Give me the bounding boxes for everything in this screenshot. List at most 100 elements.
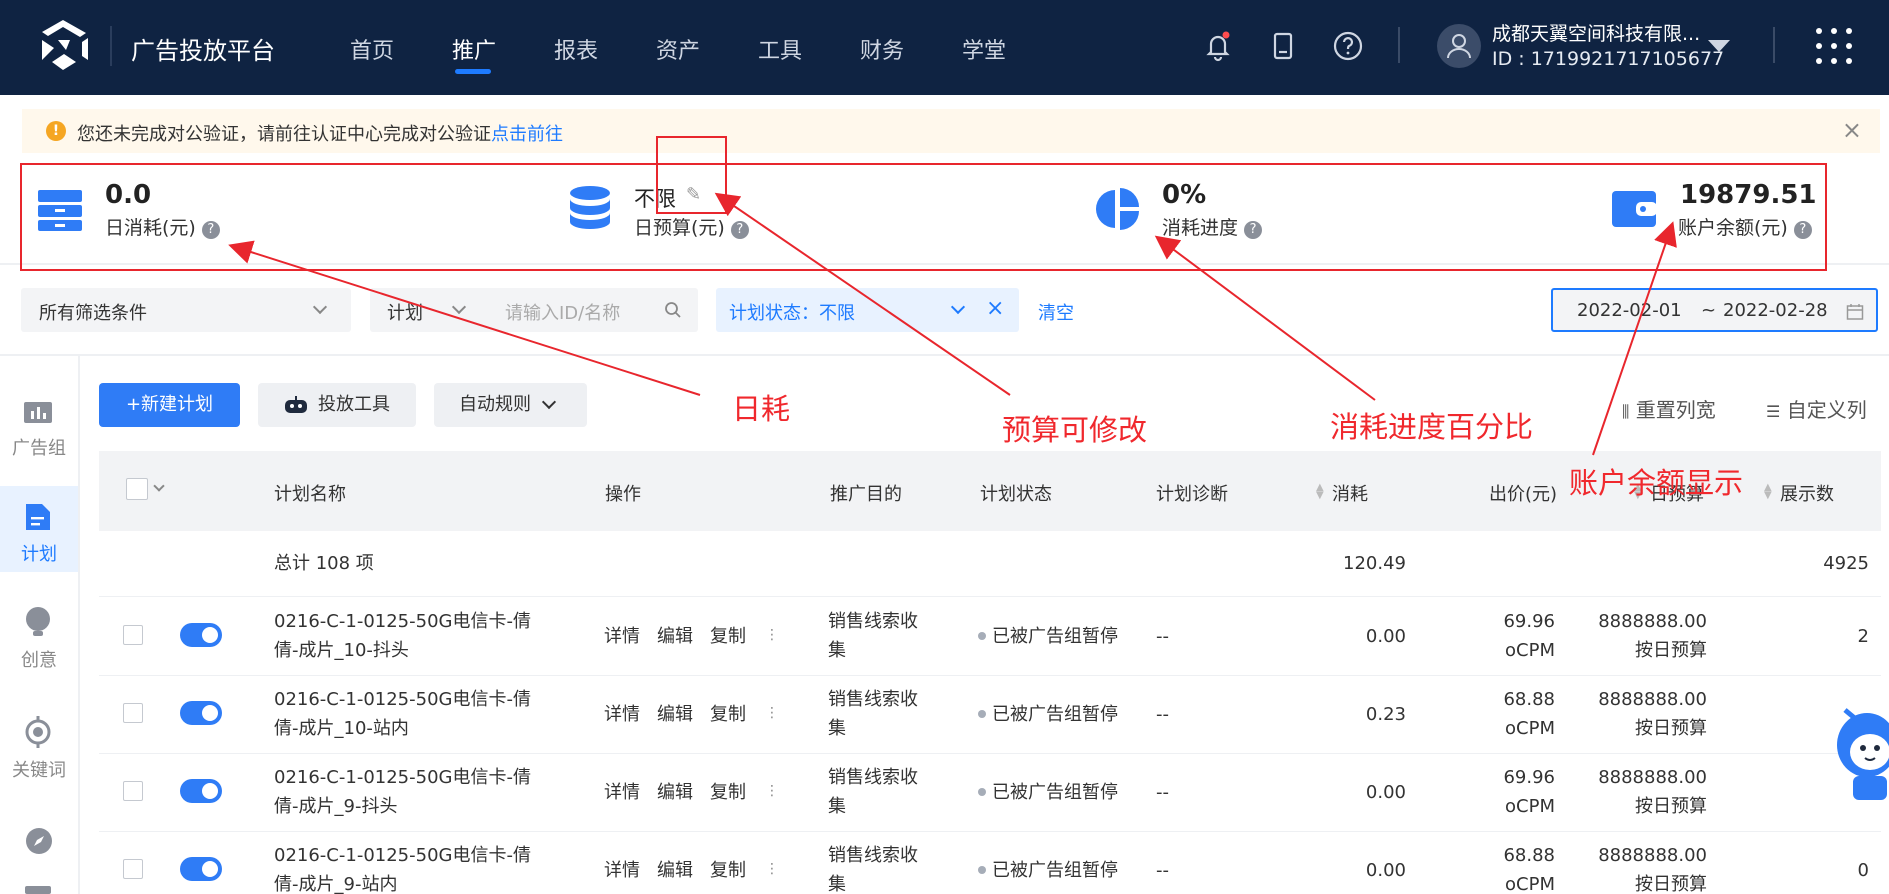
copy-link[interactable]: 复制 [710, 778, 746, 807]
plan-diagnosis: -- [1156, 782, 1169, 803]
customer-service-mascot-icon[interactable] [1825, 690, 1889, 805]
plan-diagnosis: -- [1156, 860, 1169, 881]
auto-rule-label: 自动规则 [459, 394, 531, 415]
status-dot [978, 788, 986, 796]
plan-toggle-switch[interactable] [180, 701, 222, 725]
status-dot [978, 632, 986, 640]
sidebar-item-keyword[interactable]: 关键词 [0, 706, 78, 790]
apps-grid-icon[interactable] [1816, 28, 1852, 64]
plan-diagnosis: -- [1156, 704, 1169, 725]
plan-impressions: 0 [1857, 860, 1869, 881]
copy-link[interactable]: 复制 [710, 856, 746, 885]
more-actions-icon[interactable]: ⋮ [765, 855, 779, 884]
bell-icon[interactable] [1202, 30, 1234, 62]
scope-select[interactable]: 计划 [387, 299, 423, 325]
nav-tools[interactable]: 工具 [758, 33, 802, 65]
date-end[interactable]: 2022-02-28 [1723, 300, 1828, 321]
avatar[interactable] [1437, 24, 1481, 68]
chevron-down-icon [950, 299, 966, 315]
close-icon[interactable]: × [986, 296, 1004, 321]
copy-link[interactable]: 复制 [710, 622, 746, 651]
clear-filters-link[interactable]: 清空 [1038, 299, 1074, 325]
plan-name[interactable]: 0216-C-1-0125-50G电信卡-倩 倩-成片_9-站内 [274, 841, 531, 894]
column-header-goal: 推广目的 [830, 484, 902, 505]
plan-cost: 0.23 [1365, 704, 1406, 725]
edit-link[interactable]: 编辑 [657, 856, 693, 885]
sidebar-item-label: 计划 [21, 544, 57, 565]
chevron-down-icon [451, 299, 467, 315]
custom-columns-button[interactable]: ☰ 自定义列 [1766, 394, 1867, 423]
column-header-impressions[interactable]: ▲ ▼ 展示数 [1764, 480, 1834, 506]
chevron-down-icon[interactable] [153, 480, 165, 492]
detail-link[interactable]: 详情 [604, 778, 640, 807]
date-start[interactable]: 2022-02-01 [1577, 300, 1682, 321]
edit-link[interactable]: 编辑 [657, 778, 693, 807]
launch-tool-button[interactable]: 投放工具 [258, 383, 416, 427]
stats-highlight-box [20, 163, 1827, 271]
column-header-actions: 操作 [605, 484, 641, 505]
help-icon[interactable] [1332, 30, 1364, 62]
sidebar-item-adgroup[interactable]: 广告组 [0, 384, 78, 468]
row-checkbox[interactable] [123, 625, 143, 645]
sidebar-item-plan[interactable]: 计划 [0, 486, 78, 572]
select-all-checkbox[interactable] [126, 478, 148, 500]
more-actions-icon[interactable]: ⋮ [765, 621, 779, 650]
launch-tool-label: 投放工具 [318, 394, 390, 415]
plan-search-box[interactable]: 计划 请输入ID/名称 [370, 288, 698, 332]
list-icon: ☰ [1766, 402, 1781, 421]
notice-link[interactable]: 点击前往 [491, 124, 563, 145]
nav-assets[interactable]: 资产 [656, 33, 700, 65]
plan-name[interactable]: 0216-C-1-0125-50G电信卡-倩 倩-成片_9-抖头 [274, 763, 531, 821]
row-checkbox[interactable] [123, 781, 143, 801]
top-navbar: 广告投放平台 首页 推广 报表 资产 工具 财务 学堂 成都天翼空间科技有限..… [0, 0, 1889, 95]
tablet-icon[interactable] [1267, 30, 1299, 62]
detail-link[interactable]: 详情 [604, 622, 640, 651]
plan-name[interactable]: 0216-C-1-0125-50G电信卡-倩 倩-成片_10-抖头 [274, 607, 531, 665]
compass-icon[interactable] [24, 826, 54, 856]
more-icon[interactable] [25, 886, 51, 894]
company-name[interactable]: 成都天翼空间科技有限... [1492, 19, 1700, 46]
plan-toggle-switch[interactable] [180, 623, 222, 647]
annotation-progress-percent: 消耗进度百分比 [1330, 410, 1534, 444]
edit-link[interactable]: 编辑 [657, 622, 693, 651]
nav-promotion[interactable]: 推广 [452, 33, 496, 65]
plan-status-filter[interactable]: 计划状态：不限 × [716, 288, 1019, 332]
document-icon [26, 504, 50, 530]
plan-toggle-switch[interactable] [180, 779, 222, 803]
copy-link[interactable]: 复制 [710, 700, 746, 729]
all-conditions-label: 所有筛选条件 [39, 303, 147, 324]
plan-toggle-switch[interactable] [180, 857, 222, 881]
annotation-daily-cost: 日耗 [732, 392, 791, 426]
nav-home[interactable]: 首页 [350, 33, 394, 65]
nav-reports[interactable]: 报表 [554, 33, 598, 65]
account-dropdown-icon[interactable] [1708, 40, 1730, 52]
detail-link[interactable]: 详情 [604, 700, 640, 729]
detail-link[interactable]: 详情 [604, 856, 640, 885]
plan-name[interactable]: 0216-C-1-0125-50G电信卡-倩 倩-成片_10-站内 [274, 685, 531, 743]
new-plan-button[interactable]: +新建计划 [99, 383, 240, 427]
column-header-cost[interactable]: ▲ ▼ 消耗 [1316, 480, 1368, 506]
platform-logo-icon[interactable] [36, 18, 90, 72]
more-actions-icon[interactable]: ⋮ [765, 699, 779, 728]
all-conditions-select[interactable]: 所有筛选条件 [21, 288, 351, 332]
row-checkbox[interactable] [123, 703, 143, 723]
date-range-picker[interactable]: 2022-02-01 ~ 2022-02-28 [1551, 288, 1878, 332]
close-icon[interactable]: × [1842, 116, 1862, 144]
more-actions-icon[interactable]: ⋮ [765, 777, 779, 806]
plan-budget: 8888888.00 按日预算 [1598, 689, 1707, 739]
search-icon[interactable] [664, 301, 682, 319]
search-input[interactable]: 请输入ID/名称 [505, 299, 620, 325]
promotion-goal: 销售线索收集 [828, 845, 918, 894]
nav-academy[interactable]: 学堂 [962, 33, 1006, 65]
sidebar-item-creative[interactable]: 创意 [0, 594, 78, 678]
nav-finance[interactable]: 财务 [860, 33, 904, 65]
row-checkbox[interactable] [123, 859, 143, 879]
edit-link[interactable]: 编辑 [657, 700, 693, 729]
total-count: 总计 108 项 [274, 553, 374, 574]
total-impressions: 4925 [1823, 553, 1869, 574]
account-id: ID : 1719921717105677 [1492, 48, 1725, 70]
auto-rule-button[interactable]: 自动规则 [434, 383, 587, 427]
column-header-name: 计划名称 [274, 484, 346, 505]
reset-columns-label: 重置列宽 [1635, 398, 1716, 422]
reset-columns-button[interactable]: ⫼ 重置列宽 [1622, 394, 1716, 423]
